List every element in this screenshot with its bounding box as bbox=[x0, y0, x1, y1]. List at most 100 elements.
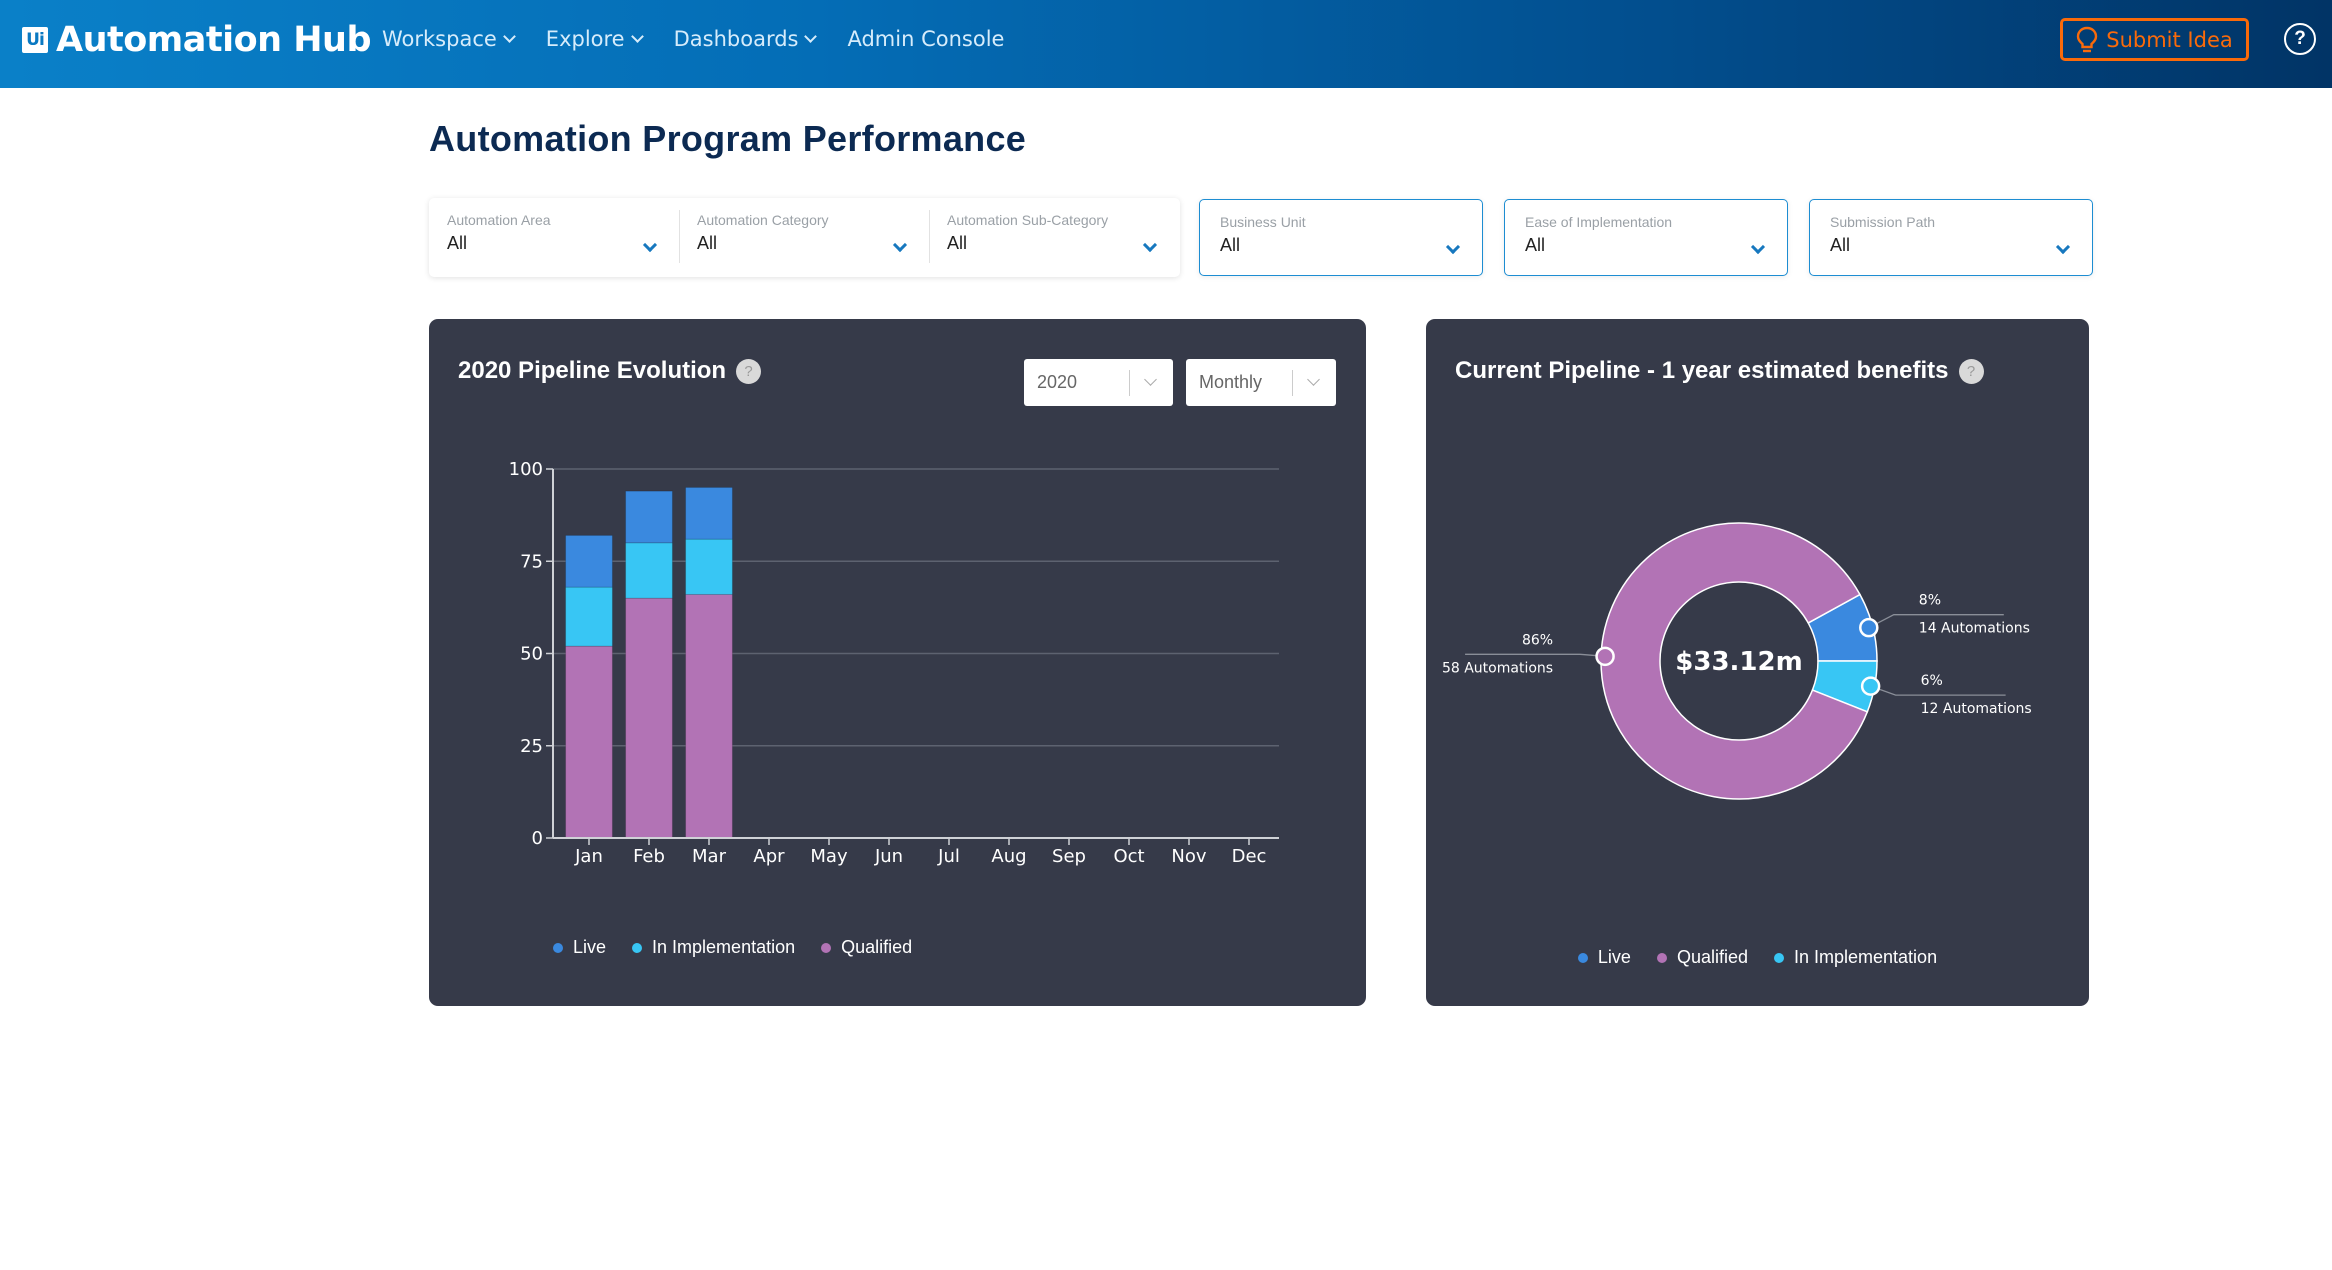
x-tick-label: Dec bbox=[1232, 846, 1267, 867]
bar-qualified-mar[interactable] bbox=[686, 594, 733, 838]
filter-label: Business Unit bbox=[1220, 214, 1462, 230]
nav-workspace-label: Workspace bbox=[382, 27, 497, 51]
donut-marker-qualified[interactable] bbox=[1597, 648, 1614, 665]
legend-dot-icon bbox=[1657, 953, 1667, 963]
filter-automation-sub-category[interactable]: Automation Sub-Category All bbox=[929, 198, 1179, 277]
leader-line bbox=[1465, 654, 1605, 656]
x-tick-label: Jan bbox=[574, 846, 603, 867]
submit-idea-label: Submit Idea bbox=[2106, 28, 2232, 52]
legend-dot-icon bbox=[553, 943, 563, 953]
legend-item-qualified[interactable]: Qualified bbox=[821, 937, 912, 958]
nav-dashboards-label: Dashboards bbox=[674, 27, 799, 51]
filter-label: Automation Area bbox=[447, 212, 661, 228]
x-tick-label: Jun bbox=[874, 846, 903, 867]
bar-live-jan[interactable] bbox=[566, 535, 613, 587]
y-tick-label: 100 bbox=[509, 459, 543, 480]
lightbulb-icon bbox=[2076, 26, 2098, 54]
legend-item-in-implementation[interactable]: In Implementation bbox=[632, 937, 795, 958]
chevron-down-icon bbox=[503, 30, 516, 43]
bar-qualified-feb[interactable] bbox=[626, 598, 673, 838]
donut-percent-label: 86% bbox=[1522, 632, 1553, 648]
filter-submission-path[interactable]: Submission Path All bbox=[1809, 199, 2093, 276]
donut-marker-live[interactable] bbox=[1860, 619, 1877, 636]
app-logo[interactable]: Ui Automation Hub bbox=[22, 18, 371, 62]
help-icon[interactable]: ? bbox=[2284, 23, 2316, 55]
x-tick-label: Jul bbox=[937, 846, 960, 867]
legend-label: In Implementation bbox=[1794, 947, 1937, 968]
nav-dashboards[interactable]: Dashboards bbox=[674, 27, 816, 51]
x-tick-label: Oct bbox=[1113, 846, 1144, 867]
filter-value: All bbox=[947, 233, 1161, 254]
top-navigation-bar: Ui Automation Hub Workspace Explore Dash… bbox=[0, 0, 2332, 88]
x-tick-label: Feb bbox=[633, 846, 665, 867]
app-name: Automation Hub bbox=[56, 20, 371, 60]
pipeline-evolution-bar-chart: 0 25 50 75 100 Jan Feb Mar Apr May Jun Jul Aug Sep Oct… bbox=[429, 319, 1366, 1006]
legend-label: In Implementation bbox=[652, 937, 795, 958]
legend-label: Qualified bbox=[1677, 947, 1748, 968]
legend-dot-icon bbox=[632, 943, 642, 953]
bar-qualified-jan[interactable] bbox=[566, 646, 613, 838]
legend-label: Live bbox=[1598, 947, 1631, 968]
donut-percent-label: 6% bbox=[1921, 673, 1943, 689]
filter-value: All bbox=[1830, 235, 2072, 256]
bar-live-mar[interactable] bbox=[686, 487, 733, 539]
pipeline-evolution-panel: 2020 Pipeline Evolution ? 2020 Monthly 0… bbox=[429, 319, 1366, 1006]
legend-dot-icon bbox=[1774, 953, 1784, 963]
nav-workspace[interactable]: Workspace bbox=[382, 27, 514, 51]
x-tick-label: Aug bbox=[991, 846, 1026, 867]
bar-in-implementation-mar[interactable] bbox=[686, 539, 733, 594]
filter-automation-area[interactable]: Automation Area All bbox=[429, 198, 679, 277]
filter-label: Submission Path bbox=[1830, 214, 2072, 230]
submit-idea-button[interactable]: Submit Idea bbox=[2060, 18, 2249, 61]
x-tick-label: Nov bbox=[1171, 846, 1206, 867]
filter-ease-of-implementation[interactable]: Ease of Implementation All bbox=[1504, 199, 1788, 276]
nav-admin-console[interactable]: Admin Console bbox=[847, 27, 1004, 51]
y-tick-label: 0 bbox=[532, 828, 543, 849]
donut-count-label: 12 Automations bbox=[1921, 701, 2032, 717]
filter-business-unit[interactable]: Business Unit All bbox=[1199, 199, 1483, 276]
current-pipeline-panel: Current Pipeline - 1 year estimated bene… bbox=[1426, 319, 2089, 1006]
donut-count-label: 14 Automations bbox=[1919, 621, 2030, 637]
nav-explore-label: Explore bbox=[546, 27, 625, 51]
nav-explore[interactable]: Explore bbox=[546, 27, 642, 51]
legend-item-live[interactable]: Live bbox=[553, 937, 606, 958]
nav-admin-console-label: Admin Console bbox=[847, 27, 1004, 51]
chevron-down-icon bbox=[805, 30, 818, 43]
filter-value: All bbox=[697, 233, 911, 254]
bar-chart-legend: Live In Implementation Qualified bbox=[553, 937, 912, 958]
filter-value: All bbox=[1220, 235, 1462, 256]
legend-item-in-implementation[interactable]: In Implementation bbox=[1774, 947, 1937, 968]
page-title: Automation Program Performance bbox=[429, 118, 1026, 160]
donut-marker-in-implementation[interactable] bbox=[1862, 678, 1879, 695]
y-tick-label: 25 bbox=[520, 736, 543, 757]
filter-value: All bbox=[1525, 235, 1767, 256]
bar-in-implementation-feb[interactable] bbox=[626, 543, 673, 598]
x-tick-label: Mar bbox=[692, 846, 727, 867]
x-tick-label: Apr bbox=[753, 846, 785, 867]
current-pipeline-donut-chart: $33.12m 8% 14 Automations 6% 12 Automations 8… bbox=[1426, 319, 2089, 1006]
filter-label: Automation Sub-Category bbox=[947, 212, 1161, 228]
chevron-down-icon bbox=[631, 30, 644, 43]
automation-filter-group: Automation Area All Automation Category … bbox=[429, 198, 1180, 277]
legend-item-qualified[interactable]: Qualified bbox=[1657, 947, 1748, 968]
y-tick-label: 50 bbox=[520, 644, 543, 665]
main-nav: Workspace Explore Dashboards Admin Conso… bbox=[382, 0, 1004, 78]
donut-percent-label: 8% bbox=[1919, 593, 1941, 609]
uipath-logo-icon: Ui bbox=[22, 27, 48, 53]
legend-dot-icon bbox=[821, 943, 831, 953]
bar-in-implementation-jan[interactable] bbox=[566, 587, 613, 646]
filter-label: Ease of Implementation bbox=[1525, 214, 1767, 230]
legend-item-live[interactable]: Live bbox=[1578, 947, 1631, 968]
legend-label: Live bbox=[573, 937, 606, 958]
legend-label: Qualified bbox=[841, 937, 912, 958]
filter-automation-category[interactable]: Automation Category All bbox=[679, 198, 929, 277]
donut-chart-legend: Live Qualified In Implementation bbox=[1426, 947, 2089, 968]
donut-center-label: $33.12m bbox=[1675, 647, 1802, 677]
x-tick-label: May bbox=[810, 846, 848, 867]
filter-value: All bbox=[447, 233, 661, 254]
x-tick-label: Sep bbox=[1052, 846, 1086, 867]
filter-label: Automation Category bbox=[697, 212, 911, 228]
legend-dot-icon bbox=[1578, 953, 1588, 963]
y-tick-label: 75 bbox=[520, 551, 543, 572]
bar-live-feb[interactable] bbox=[626, 491, 673, 543]
